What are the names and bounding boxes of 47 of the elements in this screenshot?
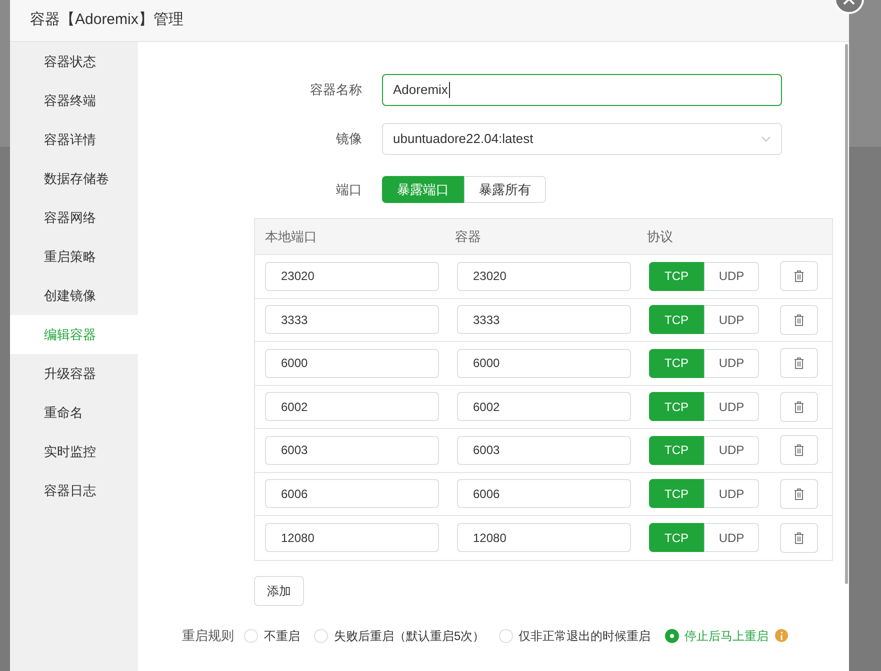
sidebar-item[interactable]: 实时监控: [10, 432, 138, 471]
field-label: 镜像: [336, 131, 362, 146]
port-mode-tab[interactable]: 暴露所有: [464, 176, 546, 203]
port-input-field[interactable]: 6003: [265, 436, 439, 465]
port-input-field[interactable]: 23020: [457, 262, 631, 291]
port-input-field[interactable]: 12080: [457, 523, 631, 552]
protocol-tab[interactable]: UDP: [704, 305, 759, 334]
port-input-field[interactable]: 6000: [265, 348, 439, 378]
field-label: 端口: [336, 182, 362, 196]
sidebar-item[interactable]: 重命名: [10, 393, 138, 432]
column-header: 本地端口: [265, 228, 317, 244]
port-input-field[interactable]: 3333: [457, 305, 631, 334]
field-label: 重启规则: [182, 628, 234, 642]
protocol-tab[interactable]: UDP: [704, 262, 759, 291]
window-title: 容器【Adoremix】管理: [30, 10, 184, 30]
restart-radio[interactable]: 仅非正常退出的时候重启: [498, 626, 651, 644]
restart-radio[interactable]: 不重启: [244, 626, 300, 644]
column-header: 容器: [455, 228, 481, 244]
port-input-field[interactable]: 6002: [265, 392, 439, 422]
field-label: 容器名称: [310, 82, 362, 97]
sidebar-item[interactable]: 升级容器: [10, 354, 138, 393]
sidebar-item[interactable]: 创建镜像: [10, 276, 138, 315]
protocol-tab[interactable]: UDP: [704, 392, 759, 422]
port-input-field[interactable]: 3333: [265, 305, 439, 334]
sidebar-item[interactable]: 重启策略: [10, 237, 138, 276]
sidebar-item[interactable]: 容器状态: [10, 42, 138, 81]
protocol-tab[interactable]: UDP: [704, 479, 759, 508]
port-input-field[interactable]: 23020: [265, 262, 439, 291]
port-input-field[interactable]: 6002: [457, 392, 631, 422]
add-button[interactable]: 添加: [254, 576, 304, 606]
column-header: 协议: [647, 228, 673, 244]
sidebar-item[interactable]: 容器日志: [10, 471, 138, 510]
port-input-field[interactable]: 6006: [457, 479, 631, 508]
name-input-field[interactable]: Adoremix: [382, 74, 782, 106]
sidebar-item[interactable]: 容器网络: [10, 198, 138, 237]
port-input-field[interactable]: 12080: [265, 523, 439, 552]
port-input-field[interactable]: 6000: [457, 348, 631, 378]
port-input-field[interactable]: 6006: [265, 479, 439, 508]
sidebar-item[interactable]: 数据存储卷: [10, 159, 138, 198]
restart-radio[interactable]: 失败后重启（默认重启5次）: [314, 626, 485, 644]
image-select-field[interactable]: ubuntuadore22.04:latest: [382, 123, 782, 155]
sidebar-item[interactable]: 容器终端: [10, 81, 138, 120]
protocol-tab[interactable]: UDP: [704, 436, 759, 465]
protocol-tab[interactable]: UDP: [704, 348, 759, 378]
sidebar-item[interactable]: 容器详情: [10, 120, 138, 159]
port-input-field[interactable]: 6003: [457, 436, 631, 465]
protocol-tab[interactable]: UDP: [704, 523, 759, 552]
